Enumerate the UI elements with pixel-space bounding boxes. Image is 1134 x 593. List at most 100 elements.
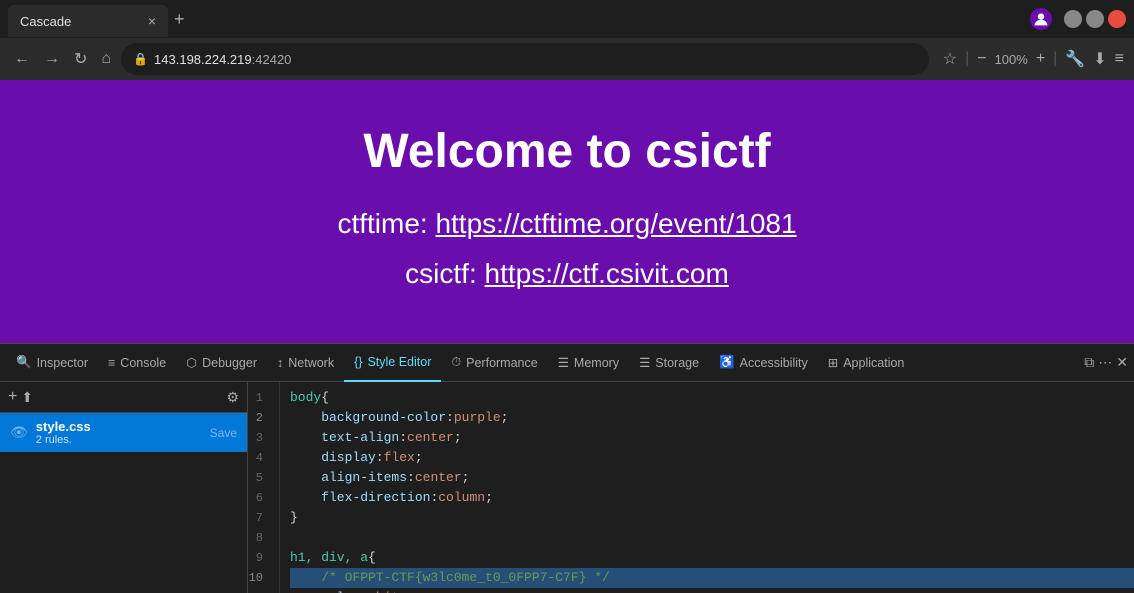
settings-button[interactable]: ⚙ <box>226 389 239 406</box>
more-tools-button[interactable]: ⋯ <box>1098 354 1112 371</box>
minimize-button[interactable] <box>1064 10 1082 28</box>
ln-6: 6 <box>248 488 271 508</box>
ln-9: 9 <box>248 548 271 568</box>
devtools-panel: 🔍 Inspector ≡ Console ⬡ Debugger ↕ Netwo… <box>0 343 1134 593</box>
code-line-6: flex-direction: column; <box>290 488 1134 508</box>
code-line-1: body { <box>290 388 1134 408</box>
zoom-out-button[interactable]: − <box>977 50 986 68</box>
ln-5: 5 <box>248 468 271 488</box>
ln-4: 4 <box>248 448 271 468</box>
tab-application[interactable]: ⊞ Application <box>818 344 915 382</box>
application-icon: ⊞ <box>828 355 838 370</box>
profile-icon <box>1033 11 1049 27</box>
sidebar-toolbar: + ⬆ ⚙ <box>0 382 247 413</box>
ln-2: 2 <box>248 408 271 428</box>
file-info: style.css 2 rules. <box>36 419 202 446</box>
address-bar-row: ← → ↻ ⌂ 🔒 143.198.224.219:42420 ☆ | − 10… <box>0 38 1134 80</box>
browser-right-controls: ☆ | − 100% + | 🔧 ⬇ ≡ <box>943 49 1124 69</box>
address-text: 143.198.224.219:42420 <box>154 52 291 67</box>
debugger-icon: ⬡ <box>186 355 197 370</box>
zoom-in-button[interactable]: + <box>1036 50 1045 68</box>
star-button[interactable]: ☆ <box>943 49 957 69</box>
code-line-9: h1, div, a { <box>290 548 1134 568</box>
csictf-line: csictf: https://ctf.csivit.com <box>337 249 796 299</box>
style-sidebar: + ⬆ ⚙ 👁 style.css 2 rules. Save <box>0 382 248 593</box>
performance-icon: ⏱ <box>451 355 461 370</box>
style-editor-icon: {} <box>354 355 362 369</box>
menu-button[interactable]: ≡ <box>1115 50 1124 68</box>
divider: | <box>965 50 969 68</box>
console-icon: ≡ <box>108 356 115 370</box>
window-controls <box>1064 10 1126 28</box>
file-name: style.css <box>36 419 202 434</box>
divider2: | <box>1053 50 1057 68</box>
visibility-icon[interactable]: 👁 <box>10 424 28 441</box>
tab-title: Cascade <box>20 14 140 29</box>
tab-close-button[interactable]: × <box>148 13 156 29</box>
accessibility-icon: ♿ <box>719 355 735 370</box>
tab-console[interactable]: ≡ Console <box>98 344 176 382</box>
close-window-button[interactable] <box>1108 10 1126 28</box>
address-bar[interactable]: 🔒 143.198.224.219:42420 <box>121 43 929 75</box>
close-devtools-button[interactable]: ✕ <box>1116 354 1128 371</box>
ln-10: 10 <box>248 568 271 588</box>
tab-accessibility[interactable]: ♿ Accessibility <box>709 344 818 382</box>
tools-button[interactable]: 🔧 <box>1065 49 1085 69</box>
code-line-8 <box>290 528 1134 548</box>
devtools-right-controls: ⧉ ⋯ ✕ <box>1084 354 1128 371</box>
tab-network[interactable]: ↕ Network <box>267 344 344 382</box>
tab-inspector[interactable]: 🔍 Inspector <box>6 344 98 382</box>
code-editor[interactable]: 1 2 3 4 5 6 7 8 9 10 11 12 13 14 <box>248 382 1134 593</box>
maximize-button[interactable] <box>1086 10 1104 28</box>
zoom-level: 100% <box>995 52 1028 67</box>
save-button[interactable]: Save <box>210 426 237 440</box>
storage-icon: ☰ <box>639 355 650 370</box>
code-line-7: } <box>290 508 1134 528</box>
inspector-icon: 🔍 <box>16 355 32 370</box>
forward-button[interactable]: → <box>40 46 64 72</box>
lock-icon: 🔒 <box>133 52 148 66</box>
ln-11: 11 <box>248 588 271 593</box>
page-links: ctftime: https://ctftime.org/event/1081 … <box>337 199 796 300</box>
import-style-button[interactable]: ⬆ <box>21 389 33 406</box>
page-content: Welcome to csictf ctftime: https://ctfti… <box>0 80 1134 343</box>
code-line-11: color: white; <box>290 588 1134 593</box>
tab-bar: Cascade × + <box>0 0 1134 38</box>
code-lines: 1 2 3 4 5 6 7 8 9 10 11 12 13 14 <box>248 382 1134 593</box>
tab-performance[interactable]: ⏱ Performance <box>441 344 547 382</box>
ctftime-line: ctftime: https://ctftime.org/event/1081 <box>337 199 796 249</box>
profile-avatar[interactable] <box>1030 8 1052 30</box>
add-style-button[interactable]: + <box>8 388 17 406</box>
code-line-3: text-align: center; <box>290 428 1134 448</box>
active-tab[interactable]: Cascade × <box>8 5 168 37</box>
code-line-5: align-items: center; <box>290 468 1134 488</box>
tab-debugger[interactable]: ⬡ Debugger <box>176 344 267 382</box>
ln-8: 8 <box>248 528 271 548</box>
code-line-10: /* OFPPT-CTF{w3lc0me_t0_0FPP7-C7F} */ <box>290 568 1134 588</box>
csictf-link[interactable]: https://ctf.csivit.com <box>485 258 729 289</box>
ln-3: 3 <box>248 428 271 448</box>
refresh-button[interactable]: ↻ <box>70 45 91 73</box>
split-view-button[interactable]: ⧉ <box>1084 354 1094 371</box>
memory-icon: ☰ <box>558 355 569 370</box>
page-title: Welcome to csictf <box>363 124 770 179</box>
style-file-item[interactable]: 👁 style.css 2 rules. Save <box>0 413 247 452</box>
back-button[interactable]: ← <box>10 46 34 72</box>
line-numbers: 1 2 3 4 5 6 7 8 9 10 11 12 13 14 <box>248 382 280 593</box>
tab-storage[interactable]: ☰ Storage <box>629 344 709 382</box>
code-line-2: background-color: purple; <box>290 408 1134 428</box>
new-tab-button[interactable]: + <box>174 9 185 30</box>
tab-style-editor[interactable]: {} Style Editor <box>344 344 441 382</box>
code-content: body { background-color: purple; text-al… <box>280 382 1134 593</box>
download-button[interactable]: ⬇ <box>1093 49 1106 69</box>
tab-memory[interactable]: ☰ Memory <box>548 344 629 382</box>
ln-7: 7 <box>248 508 271 528</box>
devtools-tab-bar: 🔍 Inspector ≡ Console ⬡ Debugger ↕ Netwo… <box>0 344 1134 382</box>
network-icon: ↕ <box>277 356 283 370</box>
code-line-4: display: flex; <box>290 448 1134 468</box>
ctftime-link[interactable]: https://ctftime.org/event/1081 <box>435 208 796 239</box>
file-rules: 2 rules. <box>36 434 202 446</box>
devtools-body: + ⬆ ⚙ 👁 style.css 2 rules. Save 1 2 3 <box>0 382 1134 593</box>
ln-1: 1 <box>248 388 271 408</box>
home-button[interactable]: ⌂ <box>97 46 115 72</box>
